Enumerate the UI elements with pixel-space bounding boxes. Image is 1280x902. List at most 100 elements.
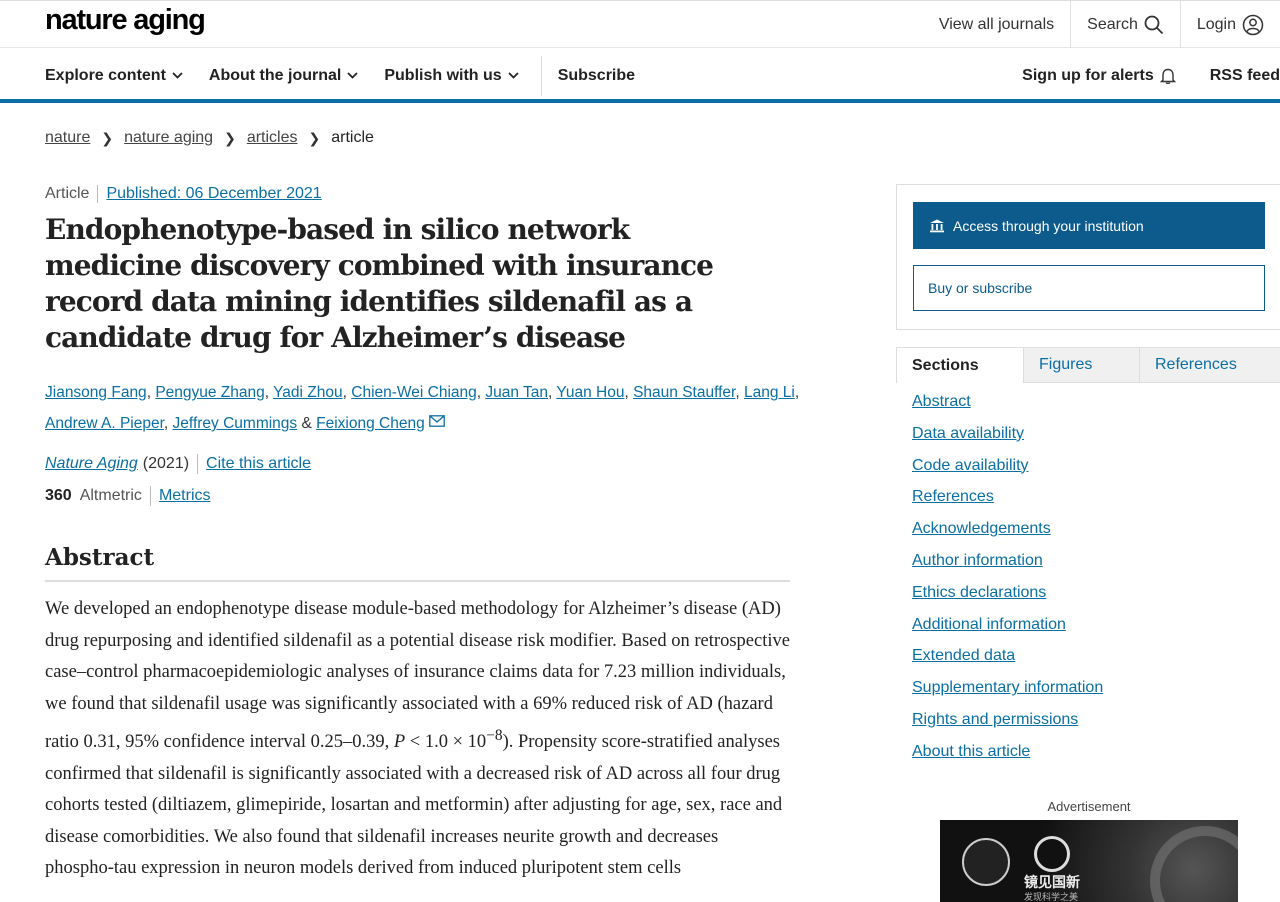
altmetric-row: 360 Altmetric Metrics	[45, 486, 211, 506]
p-value-symbol: P	[393, 732, 406, 753]
abstract-text-part-1: We developed an endophenotype disease mo…	[45, 599, 790, 753]
metrics-link[interactable]: Metrics	[159, 487, 211, 505]
advertisement-banner[interactable]: 镜见国新 发现科学之美	[940, 820, 1238, 902]
section-list: Abstract Data availability Code availabi…	[912, 393, 1103, 775]
list-item: About this article	[912, 743, 1103, 775]
author-link[interactable]: Jeffrey Cummings	[173, 415, 298, 432]
author-link[interactable]: Lang Li	[744, 384, 795, 401]
breadcrumb: nature ❯ nature aging ❯ articles ❯ artic…	[45, 129, 374, 147]
section-link-code-availability[interactable]: Code availability	[912, 457, 1029, 474]
section-link-acknowledgements[interactable]: Acknowledgements	[912, 520, 1051, 537]
nav-right: Sign up for alerts RSS feed	[1022, 48, 1280, 103]
search-icon	[1144, 15, 1163, 34]
nav-left: Explore content About the journal Publis…	[45, 48, 661, 103]
view-all-journals-link[interactable]: View all journals	[923, 1, 1070, 48]
breadcrumb-nature[interactable]: nature	[45, 129, 90, 147]
nav-subscribe[interactable]: Subscribe	[558, 67, 635, 85]
chevron-right-icon: ❯	[101, 129, 114, 146]
author-link[interactable]: Jiansong Fang	[45, 384, 147, 401]
access-box: Access through your institution Buy or s…	[896, 184, 1280, 330]
cite-article-link[interactable]: Cite this article	[206, 455, 311, 473]
chevron-down-icon	[172, 72, 183, 79]
main-nav: Explore content About the journal Publis…	[0, 48, 1280, 103]
tab-references[interactable]: References	[1140, 347, 1280, 383]
section-link-references[interactable]: References	[912, 488, 994, 505]
buy-subscribe-label: Buy or subscribe	[928, 280, 1033, 296]
list-item: Code availability	[912, 457, 1103, 489]
login-button[interactable]: Login	[1179, 1, 1280, 48]
author-link[interactable]: Andrew A. Pieper	[45, 415, 164, 432]
author-link[interactable]: Shaun Stauffer	[633, 384, 735, 401]
nav-about-journal-label: About the journal	[208, 66, 342, 84]
ad-subtitle: 发现科学之美	[1024, 892, 1079, 902]
rss-feed-link[interactable]: RSS feed	[1210, 67, 1280, 85]
breadcrumb-articles[interactable]: articles	[247, 129, 298, 147]
author-link[interactable]: Feixiong Cheng	[316, 415, 425, 432]
abstract-exponent: −8	[486, 727, 503, 744]
nav-publish-with-us[interactable]: Publish with us	[384, 67, 519, 85]
altmetric-divider	[149, 486, 151, 506]
published-date-link[interactable]: Published: 06 December 2021	[106, 185, 321, 203]
list-item: Additional information	[912, 616, 1103, 648]
tab-references-label: References	[1155, 356, 1237, 373]
ad-emblem-icon	[962, 838, 1010, 886]
abstract-heading: Abstract	[45, 544, 790, 582]
view-all-journals-label: View all journals	[938, 15, 1055, 33]
article-meta: Article Published: 06 December 2021	[45, 185, 322, 203]
section-link-additional-information[interactable]: Additional information	[912, 616, 1066, 633]
author-link[interactable]: Yuan Hou	[556, 384, 624, 401]
list-item: Author information	[912, 552, 1103, 584]
tab-figures[interactable]: Figures	[1024, 347, 1140, 383]
search-button[interactable]: Search	[1070, 1, 1180, 48]
buy-subscribe-button[interactable]: Buy or subscribe	[913, 265, 1265, 311]
nav-divider	[540, 55, 542, 96]
ad-rocket-icon	[1034, 836, 1070, 872]
access-institution-button[interactable]: Access through your institution	[913, 202, 1265, 249]
alerts-button[interactable]: Sign up for alerts	[1022, 67, 1176, 85]
list-item: References	[912, 488, 1103, 520]
section-link-supplementary[interactable]: Supplementary information	[912, 679, 1103, 696]
altmetric-count: 360	[45, 487, 72, 504]
nav-explore-content-label: Explore content	[45, 66, 166, 84]
list-item: Extended data	[912, 647, 1103, 679]
section-link-about-article[interactable]: About this article	[912, 743, 1030, 760]
section-link-abstract[interactable]: Abstract	[912, 393, 971, 410]
tab-figures-label: Figures	[1039, 356, 1093, 373]
nav-subscribe-label: Subscribe	[557, 66, 636, 84]
journal-logo[interactable]: nature aging	[45, 4, 206, 37]
author-link[interactable]: Pengyue Zhang	[155, 384, 264, 401]
article-title: Endophenotype-based in silico network me…	[45, 213, 714, 354]
author-list: Jiansong Fang, Pengyue Zhang, Yadi Zhou,…	[45, 384, 800, 432]
author-link[interactable]: Yadi Zhou	[273, 384, 343, 401]
altmetric-label: Altmetric	[79, 487, 142, 504]
journal-name-link[interactable]: Nature Aging	[45, 455, 138, 473]
ad-decoration	[1150, 826, 1238, 902]
journal-year: (2021)	[142, 455, 190, 472]
citation-divider	[197, 454, 199, 474]
chevron-down-icon	[508, 72, 519, 79]
section-link-data-availability[interactable]: Data availability	[912, 425, 1024, 442]
mail-icon[interactable]	[429, 415, 445, 427]
tab-sections[interactable]: Sections	[896, 347, 1024, 383]
article-type: Article	[45, 185, 90, 202]
user-icon	[1242, 14, 1264, 35]
section-link-rights[interactable]: Rights and permissions	[912, 711, 1078, 728]
section-link-author-information[interactable]: Author information	[912, 552, 1043, 569]
advertisement-label: Advertisement	[1047, 799, 1131, 814]
author-link[interactable]: Chien-Wei Chiang	[351, 384, 477, 401]
section-link-ethics[interactable]: Ethics declarations	[912, 584, 1046, 601]
chevron-right-icon: ❯	[224, 129, 236, 146]
abstract-text-part-3: ). Propensity score-stratified analyses …	[45, 732, 783, 879]
breadcrumb-current: article	[331, 129, 374, 146]
list-item: Abstract	[912, 393, 1103, 425]
abstract-text: We developed an endophenotype disease mo…	[45, 594, 790, 885]
nav-explore-content[interactable]: Explore content	[45, 67, 183, 85]
breadcrumb-nature-aging[interactable]: nature aging	[124, 129, 213, 147]
access-institution-label: Access through your institution	[953, 217, 1144, 234]
section-link-extended-data[interactable]: Extended data	[912, 647, 1015, 664]
alerts-label: Sign up for alerts	[1022, 66, 1154, 84]
list-item: Supplementary information	[912, 679, 1103, 711]
author-link[interactable]: Juan Tan	[485, 384, 548, 401]
top-links: View all journals Search Login	[923, 1, 1280, 48]
nav-about-journal[interactable]: About the journal	[209, 67, 358, 85]
